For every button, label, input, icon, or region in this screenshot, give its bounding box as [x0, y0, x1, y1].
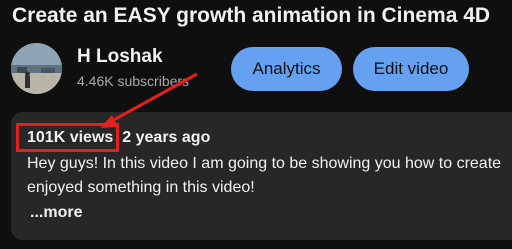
channel-name[interactable]: H Loshak [77, 45, 163, 69]
channel-avatar[interactable] [11, 43, 62, 94]
view-count: 101K views [27, 129, 114, 146]
analytics-button[interactable]: Analytics [231, 47, 342, 91]
upload-age: 2 years ago [122, 129, 211, 146]
subscriber-count: 4.46K subscribers [77, 73, 190, 89]
channel-avatar-landscape-icon [11, 43, 62, 94]
description-line: Hey guys! In this video I am going to be… [27, 155, 502, 172]
description-text: Hey guys! In this video I am going to be… [27, 152, 512, 200]
edit-video-button[interactable]: Edit video [353, 47, 469, 91]
description-line: enjoyed something in this video! [27, 179, 255, 196]
video-meta: 101K views 2 years ago [27, 127, 210, 149]
video-title: Create an EASY growth animation in Cinem… [12, 4, 491, 27]
show-more-link[interactable]: ...more [30, 202, 82, 224]
